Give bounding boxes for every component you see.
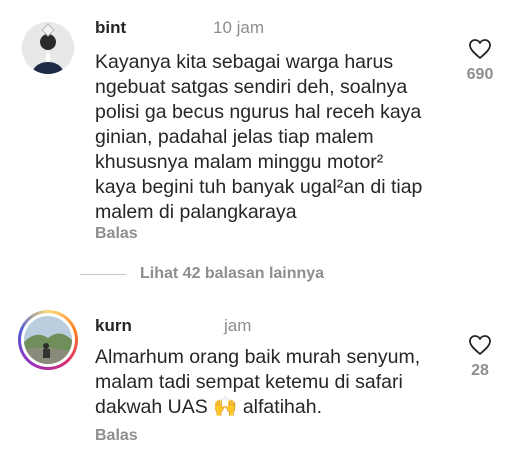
avatar[interactable]: [22, 22, 74, 74]
heart-outline-icon[interactable]: [468, 334, 492, 356]
like-control: 690: [460, 38, 500, 84]
redaction: [140, 316, 210, 336]
reply-button[interactable]: Balas: [95, 225, 138, 243]
comment-text-line: polisi ga becus ngurus hal receh kaya: [95, 101, 422, 123]
comment-text-line: ngebuat satgas sendiri deh, soalnya: [95, 76, 408, 98]
like-count: 28: [471, 362, 489, 379]
comment-text-line: malem di palangkaraya: [95, 201, 297, 223]
comment-text-line: ginian, padahal jelas tiap malem: [95, 126, 374, 148]
avatar[interactable]: [24, 316, 72, 364]
comment-time: jam: [224, 316, 252, 335]
comment-text-line: Kayanya kita sebagai warga harus: [95, 51, 394, 73]
comment-text-line: Almarhum orang baik murah senyum,: [95, 346, 421, 368]
comment-text: Almarhum orang baik murah senyum, malam …: [95, 345, 455, 420]
redaction: [135, 18, 195, 38]
divider: [80, 273, 126, 275]
like-count: 690: [466, 66, 494, 83]
comment-username[interactable]: bint: [95, 18, 126, 38]
avatar-image: [22, 22, 74, 74]
comment-text-line: malam tadi sempat ketemu di safari: [95, 371, 403, 393]
comment-text-line: kaya begini tuh banyak ugal²an di tiap: [95, 176, 423, 198]
comment-time: 10 jam: [213, 18, 265, 37]
comment-text: Kayanya kita sebagai warga harus ngebuat…: [95, 50, 445, 225]
comment-text-line: dakwah UAS 🙌 alfatihah.: [95, 396, 322, 418]
view-more-replies[interactable]: Lihat 42 balasan lainnya: [80, 262, 324, 286]
avatar-image: [24, 316, 72, 364]
view-more-replies-label: Lihat 42 balasan lainnya: [140, 265, 325, 282]
like-control: 28: [460, 334, 500, 380]
comment-text-line: khususnya malam minggu motor²: [95, 151, 384, 173]
comment-username[interactable]: kurn: [95, 316, 132, 336]
reply-button[interactable]: Balas: [95, 427, 138, 445]
heart-outline-icon[interactable]: [468, 38, 492, 60]
